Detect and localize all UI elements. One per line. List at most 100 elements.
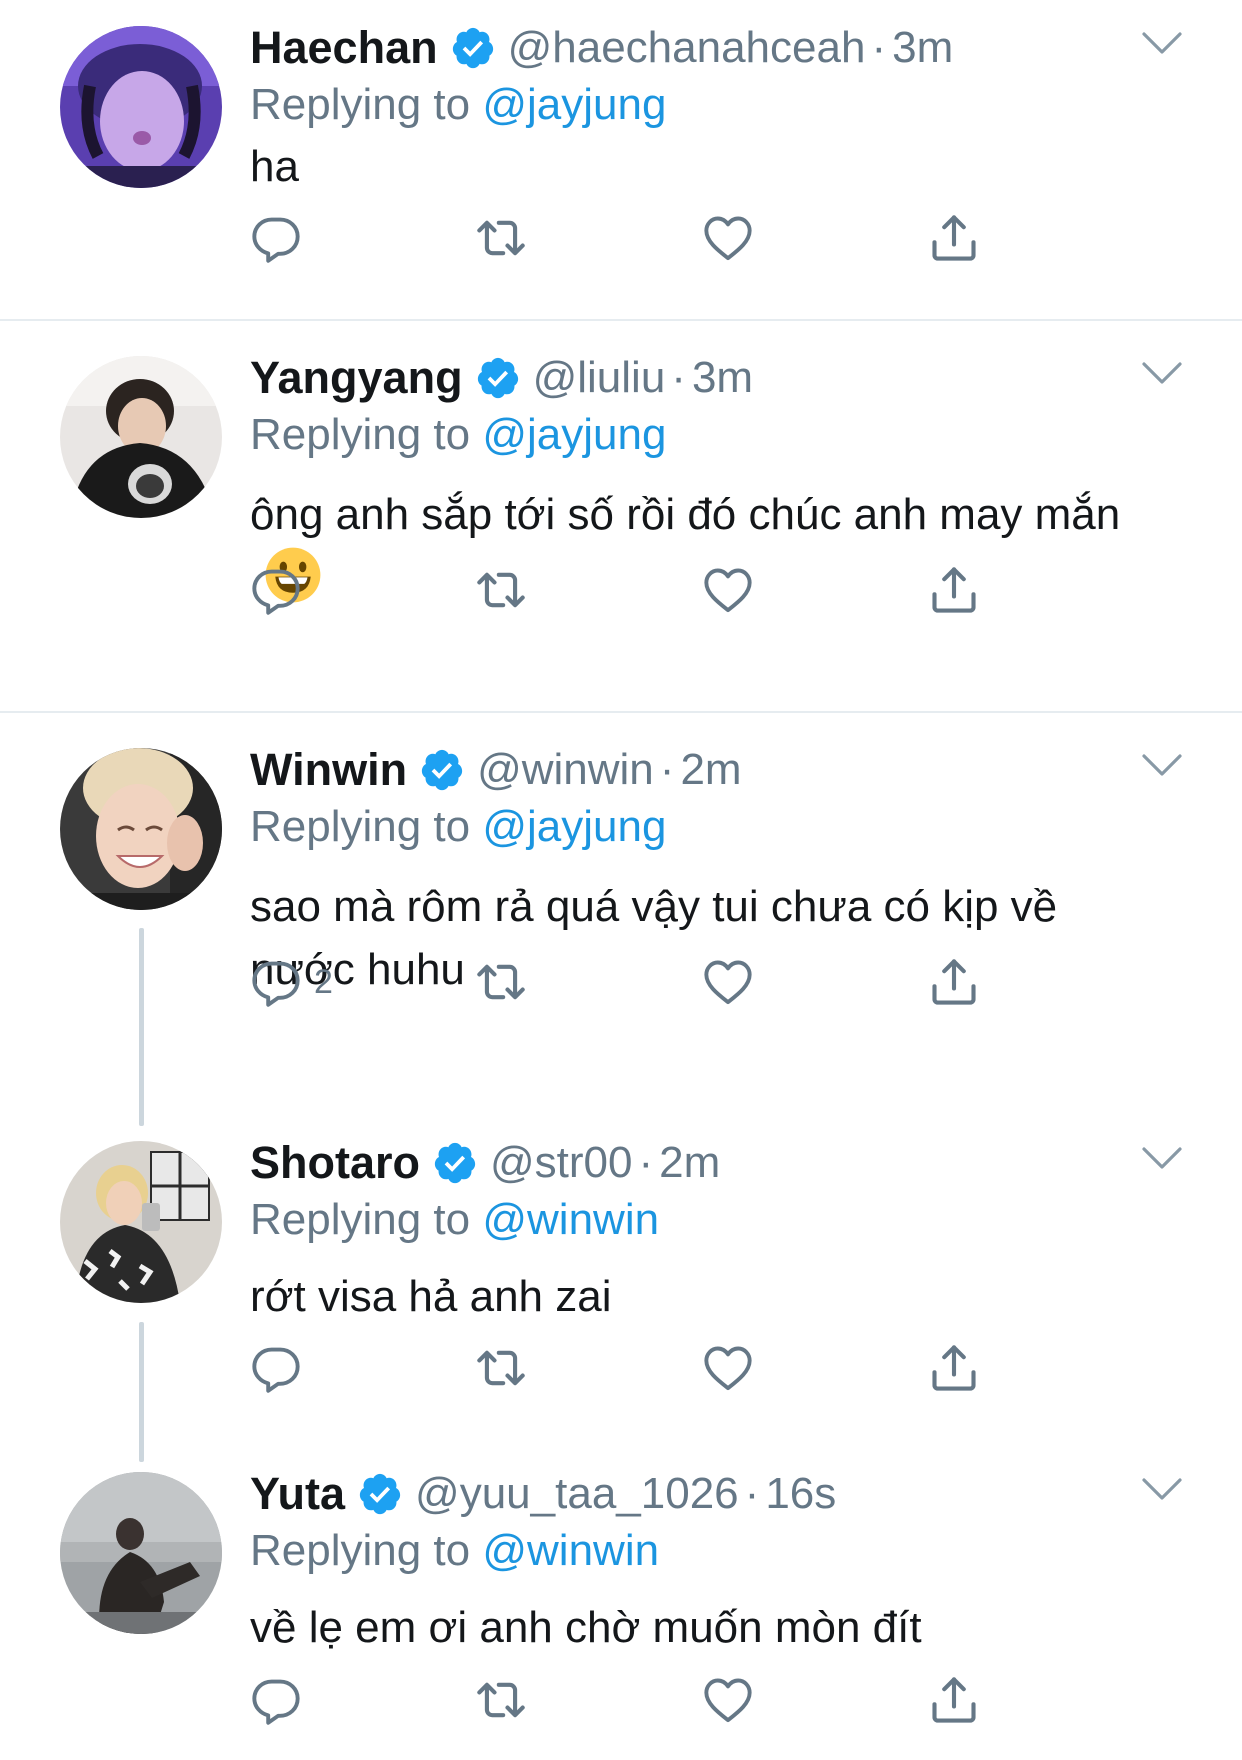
- chevron-down-icon[interactable]: [1140, 750, 1184, 780]
- mention-link[interactable]: @winwin: [482, 1195, 659, 1244]
- reply-button[interactable]: [250, 1338, 314, 1398]
- replying-to-label: Replying to: [250, 1195, 483, 1244]
- avatar[interactable]: [60, 748, 222, 910]
- mention-link[interactable]: @jayjung: [482, 80, 666, 129]
- share-icon: [928, 212, 980, 264]
- retweet-icon: [475, 1674, 527, 1726]
- avatar[interactable]: [60, 1472, 222, 1634]
- user-handle[interactable]: @winwin: [477, 745, 654, 795]
- reply-icon: [250, 212, 302, 264]
- user-handle[interactable]: @haechanahceah: [508, 23, 866, 73]
- mention-link[interactable]: @jayjung: [482, 410, 666, 459]
- reply-icon: [250, 956, 302, 1008]
- reply-button[interactable]: 2: [250, 952, 333, 1012]
- display-name[interactable]: Winwin: [250, 744, 407, 796]
- tweet[interactable]: Shotaro @str00 · 2m Replying to @winwin …: [0, 1115, 1242, 1435]
- heart-icon: [702, 1674, 754, 1726]
- verified-badge-icon: [475, 355, 521, 401]
- replying-to: Replying to @winwin: [250, 1526, 659, 1576]
- retweet-icon: [475, 212, 527, 264]
- replying-to-label: Replying to: [250, 1526, 483, 1575]
- reply-button[interactable]: [250, 560, 314, 620]
- reply-button[interactable]: [250, 1670, 314, 1730]
- tweet-actions: [250, 1338, 1010, 1398]
- user-handle[interactable]: @yuu_taa_1026: [415, 1469, 739, 1519]
- replying-to: Replying to @jayjung: [250, 410, 666, 460]
- timestamp[interactable]: 16s: [765, 1469, 836, 1519]
- like-button[interactable]: [702, 952, 754, 1012]
- tweet[interactable]: Haechan @haechanahceah · 3m Replying to …: [0, 0, 1242, 320]
- verified-badge-icon: [419, 747, 465, 793]
- like-button[interactable]: [702, 1338, 754, 1398]
- tweet-divider: [0, 711, 1242, 713]
- retweet-button[interactable]: [475, 560, 527, 620]
- avatar[interactable]: [60, 1141, 222, 1303]
- share-icon: [928, 1342, 980, 1394]
- like-button[interactable]: [702, 1670, 754, 1730]
- tweet-actions: [250, 1670, 1010, 1730]
- user-handle[interactable]: @liuliu: [533, 353, 666, 403]
- share-icon: [928, 564, 980, 616]
- user-handle[interactable]: @str00: [490, 1138, 632, 1188]
- like-button[interactable]: [702, 208, 754, 268]
- share-button[interactable]: [928, 560, 980, 620]
- replying-to: Replying to @jayjung: [250, 802, 666, 852]
- reply-count: 2: [314, 962, 333, 1001]
- share-icon: [928, 1674, 980, 1726]
- share-button[interactable]: [928, 208, 980, 268]
- replying-to-label: Replying to: [250, 80, 483, 129]
- chevron-down-icon[interactable]: [1140, 1143, 1184, 1173]
- verified-badge-icon: [450, 25, 496, 71]
- retweet-icon: [475, 1342, 527, 1394]
- retweet-button[interactable]: [475, 208, 527, 268]
- share-button[interactable]: [928, 1670, 980, 1730]
- reply-button[interactable]: [250, 208, 314, 268]
- mention-link[interactable]: @jayjung: [482, 802, 666, 851]
- display-name[interactable]: Shotaro: [250, 1137, 420, 1189]
- replying-to: Replying to @jayjung: [250, 80, 666, 130]
- separator-dot: ·: [671, 353, 686, 402]
- heart-icon: [702, 956, 754, 1008]
- chevron-down-icon[interactable]: [1140, 28, 1184, 58]
- display-name[interactable]: Yangyang: [250, 352, 463, 404]
- retweet-button[interactable]: [475, 1670, 527, 1730]
- display-name[interactable]: Haechan: [250, 22, 438, 74]
- tweet-text: ha: [250, 142, 299, 191]
- tweet-actions: [250, 208, 1010, 268]
- share-button[interactable]: [928, 1338, 980, 1398]
- replying-to-label: Replying to: [250, 410, 483, 459]
- separator-dot: ·: [638, 1138, 654, 1187]
- chevron-down-icon[interactable]: [1140, 358, 1184, 388]
- retweet-button[interactable]: [475, 952, 527, 1012]
- timestamp[interactable]: 3m: [692, 353, 753, 403]
- retweet-button[interactable]: [475, 1338, 527, 1398]
- share-button[interactable]: [928, 952, 980, 1012]
- avatar[interactable]: [60, 26, 222, 188]
- tweet[interactable]: Yuta @yuu_taa_1026 · 16s Replying to @wi…: [0, 1446, 1242, 1760]
- retweet-icon: [475, 564, 527, 616]
- timestamp[interactable]: 3m: [892, 23, 953, 73]
- retweet-icon: [475, 956, 527, 1008]
- reply-icon: [250, 564, 302, 616]
- separator-dot: ·: [744, 1469, 760, 1518]
- mention-link[interactable]: @winwin: [482, 1526, 659, 1575]
- tweet-text: về lẹ em ơi anh chờ muốn mòn đít: [250, 1603, 922, 1652]
- like-button[interactable]: [702, 560, 754, 620]
- reply-icon: [250, 1342, 302, 1394]
- timestamp[interactable]: 2m: [659, 1138, 720, 1188]
- tweet-actions: 2: [250, 952, 1010, 1012]
- tweet[interactable]: Winwin @winwin · 2m Replying to @jayjung…: [0, 722, 1242, 1102]
- heart-icon: [702, 212, 754, 264]
- tweet-text: rớt visa hả anh zai: [250, 1272, 612, 1321]
- avatar[interactable]: [60, 356, 222, 518]
- verified-badge-icon: [357, 1471, 403, 1517]
- verified-badge-icon: [432, 1140, 478, 1186]
- display-name[interactable]: Yuta: [250, 1468, 345, 1520]
- tweet[interactable]: Yangyang @liuliu · 3m Replying to @jayju…: [0, 330, 1242, 710]
- timestamp[interactable]: 2m: [680, 745, 741, 795]
- replying-to-label: Replying to: [250, 802, 483, 851]
- chevron-down-icon[interactable]: [1140, 1474, 1184, 1504]
- share-icon: [928, 956, 980, 1008]
- replying-to: Replying to @winwin: [250, 1195, 659, 1245]
- heart-icon: [702, 564, 754, 616]
